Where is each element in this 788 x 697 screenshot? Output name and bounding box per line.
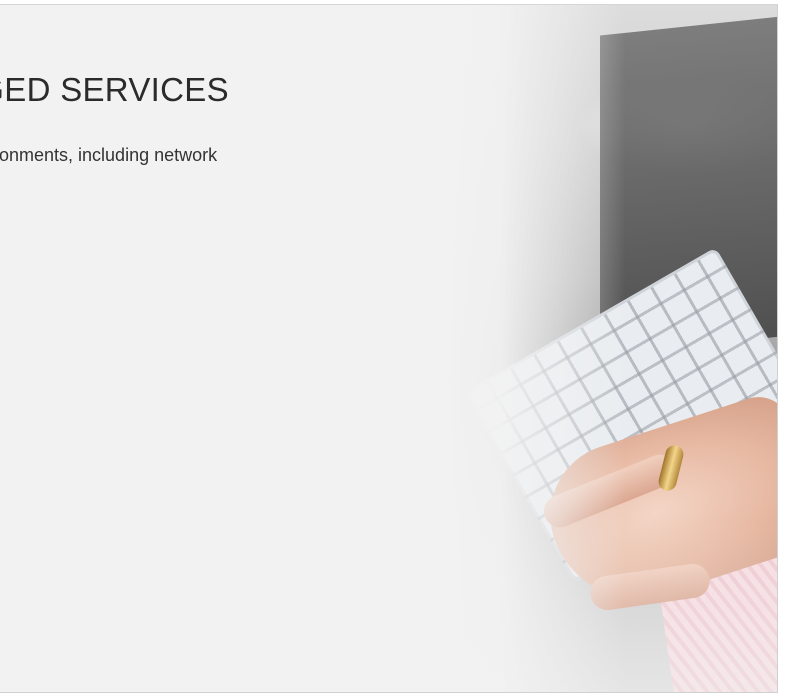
hero-panel: AGED SERVICES onments, including network [0,4,778,693]
keyboard-typing-photo [440,5,777,692]
hero-heading: AGED SERVICES [0,71,229,108]
hero-description: onments, including network [0,145,218,165]
